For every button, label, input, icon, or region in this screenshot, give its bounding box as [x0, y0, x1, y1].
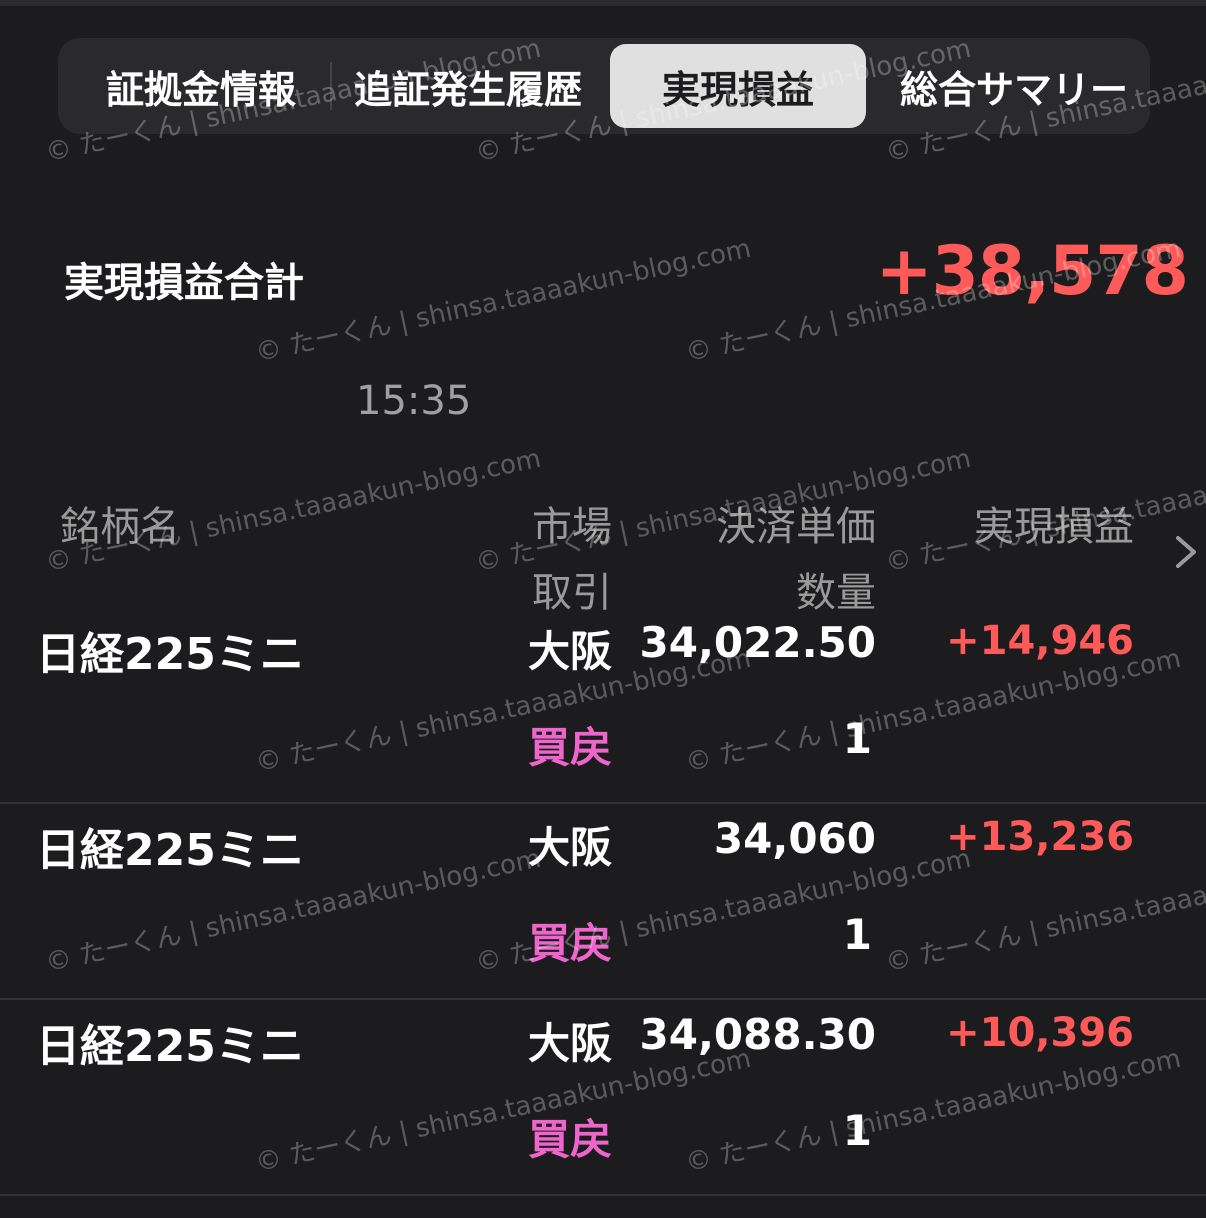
realized-pnl-total-value: +38,578: [875, 232, 1189, 311]
realized-pnl: +13,236: [946, 814, 1134, 860]
column-header-name: 銘柄名: [60, 504, 180, 550]
tab-separator: [330, 62, 332, 110]
row-divider: [0, 1194, 1206, 1196]
settlement-price: 34,060: [713, 814, 876, 863]
chevron-right-icon[interactable]: [1170, 532, 1200, 572]
realized-pnl: +14,946: [946, 618, 1134, 664]
realized-pnl-total-label: 実現損益合計: [64, 260, 304, 306]
trade-type: 買戻: [528, 723, 613, 772]
table-row[interactable]: 日経225ミニ 大阪 34,022.50 +14,946 買戻 1: [0, 608, 1206, 804]
tab-bar: 証拠金情報 追証発生履歴 実現損益 総合サマリー: [58, 38, 1150, 134]
market: 大阪: [528, 823, 613, 872]
market: 大阪: [528, 1019, 613, 1068]
table-row[interactable]: 日経225ミニ 大阪 34,088.30 +10,396 買戻 1: [0, 1000, 1206, 1196]
instrument-name: 日経225ミニ: [36, 629, 304, 680]
trade-type: 買戻: [528, 1115, 613, 1164]
top-divider: [0, 0, 1206, 6]
column-header-market: 市場: [532, 504, 612, 550]
table-row[interactable]: 日経225ミニ 大阪 34,060 +13,236 買戻 1: [0, 804, 1206, 1000]
quantity: 1: [842, 910, 872, 959]
tab-margin-info[interactable]: 証拠金情報: [76, 38, 326, 134]
realized-pnl: +10,396: [946, 1010, 1134, 1056]
settlement-price: 34,088.30: [639, 1010, 876, 1059]
tab-margin-call-history[interactable]: 追証発生履歴: [338, 38, 598, 134]
tab-realized-pnl[interactable]: 実現損益: [610, 44, 866, 128]
update-time: 15:35: [356, 378, 472, 424]
tab-summary[interactable]: 総合サマリー: [884, 38, 1144, 134]
column-header-pnl: 実現損益: [974, 504, 1134, 550]
settlement-price: 34,022.50: [639, 618, 876, 667]
column-header-price: 決済単価: [716, 504, 876, 550]
quantity: 1: [842, 1106, 872, 1155]
market: 大阪: [528, 627, 613, 676]
trade-type: 買戻: [528, 919, 613, 968]
instrument-name: 日経225ミニ: [36, 825, 304, 876]
watermark: © たーくん | shinsa.taaaakun-blog.com: [252, 233, 754, 369]
instrument-name: 日経225ミニ: [36, 1021, 304, 1072]
quantity: 1: [842, 714, 872, 763]
